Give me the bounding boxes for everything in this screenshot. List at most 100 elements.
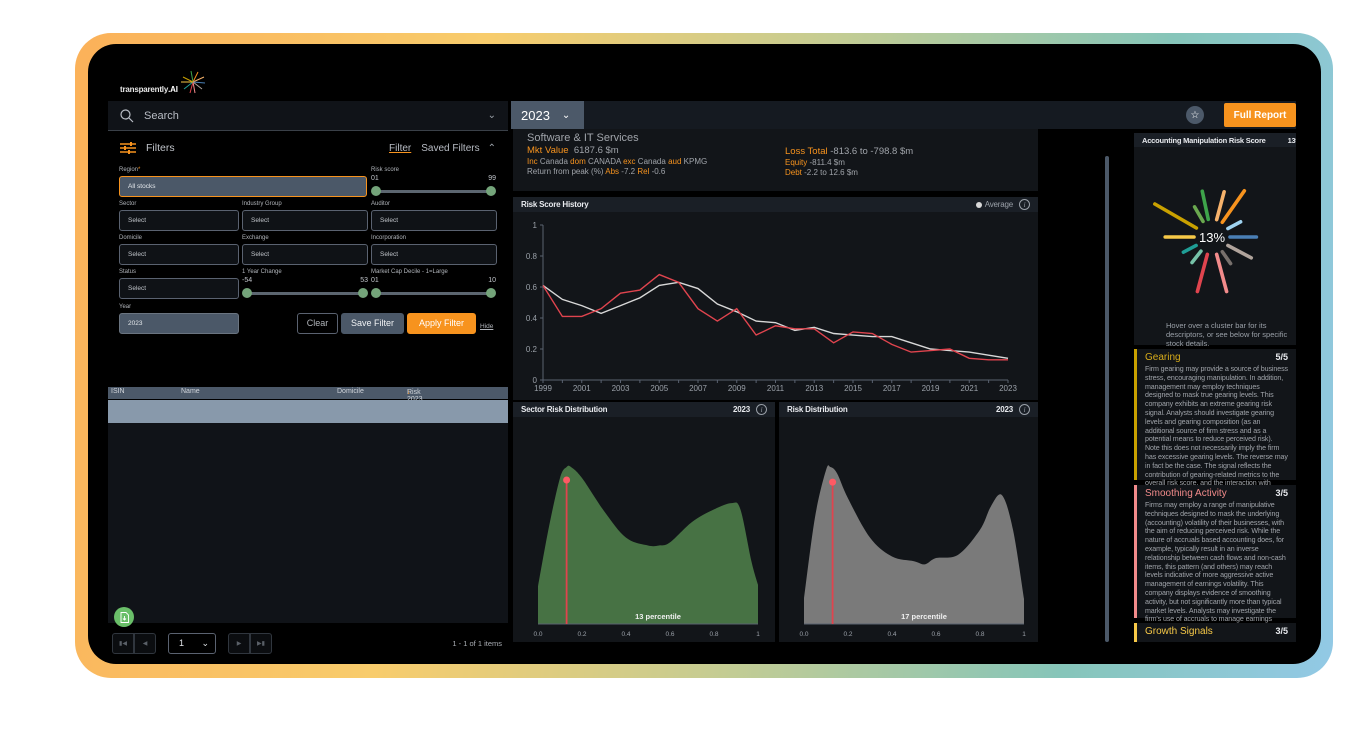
mkt-value: Mkt Value 6187.6 $m <box>527 145 619 156</box>
next-page-button[interactable]: ▶ <box>228 632 250 654</box>
cluster-card-gearing[interactable]: Gearing 5/5 Firm gearing may provide a so… <box>1134 349 1296 505</box>
year-select[interactable]: 2023 <box>119 313 239 334</box>
search-icon <box>120 108 134 122</box>
amrs-panel: Accounting Manipulation Risk Score 13% 1… <box>1134 133 1296 348</box>
auditor-select[interactable]: Select <box>371 210 497 231</box>
sector-dist-panel: Sector Risk Distribution 2023 i 13 perce… <box>513 402 775 642</box>
industry-group-select[interactable]: Select <box>242 210 368 231</box>
x-tick-label: 2019 <box>922 384 940 393</box>
domicile-select[interactable]: Select <box>119 244 239 265</box>
risk-dist-year: 2023 <box>996 405 1013 414</box>
risk-score-slider[interactable]: 01 99 <box>371 175 496 199</box>
domicile-label: Domicile <box>119 235 143 241</box>
cluster-bar <box>1220 249 1233 266</box>
sector-select[interactable]: Select <box>119 210 239 231</box>
risk-history-panel: Risk Score History Average i 0 0.2 0.4 0.6 0… <box>513 197 1038 400</box>
hide-link[interactable]: Hide <box>480 323 493 330</box>
column-name[interactable]: Name <box>181 388 200 395</box>
y-tick-label: 0.8 <box>526 252 538 261</box>
info-icon[interactable]: i <box>1019 404 1030 415</box>
incorporation-select[interactable]: Select <box>371 244 497 265</box>
x-tick-label: 0.8 <box>975 631 984 638</box>
filter-link[interactable]: Filter <box>389 143 411 154</box>
x-tick-label: 2021 <box>960 384 978 393</box>
column-isin[interactable]: ISIN <box>111 388 125 395</box>
exchange-select[interactable]: Select <box>242 244 368 265</box>
cluster-title: Smoothing Activity <box>1145 488 1227 499</box>
year-change-slider[interactable]: -54 53 <box>242 277 368 301</box>
status-select[interactable]: Select <box>119 278 239 299</box>
right-panel: Accounting Manipulation Risk Score 13% 1… <box>1134 133 1296 642</box>
cluster-bar <box>1214 252 1229 294</box>
slider-handle-min[interactable] <box>371 186 381 196</box>
x-tick-label: 2011 <box>767 384 785 393</box>
sector-name: Software & IT Services <box>527 132 639 144</box>
search-bar[interactable]: Search ⌄ <box>108 101 508 131</box>
page-select[interactable]: 1 ⌄ <box>168 632 216 654</box>
last-page-button[interactable]: ▶▮ <box>250 632 272 654</box>
x-tick-label: 0.8 <box>709 631 718 638</box>
marker-point <box>829 478 837 486</box>
results-table-header: ISIN Name Domicile Risk 2023 ↓ <box>108 387 508 403</box>
search-label: Search <box>144 109 179 122</box>
scrollbar[interactable] <box>1105 156 1109 642</box>
slider-handle-max[interactable] <box>358 288 368 298</box>
file-download-icon <box>120 611 129 623</box>
star-icon: ☆ <box>1190 109 1200 121</box>
x-tick-label: 0.6 <box>665 631 674 638</box>
cluster-bar <box>1226 219 1243 231</box>
mcap-decile-label: Market Cap Decile - 1=Large <box>371 269 448 275</box>
risk-score-label: Risk score <box>371 167 400 173</box>
export-button[interactable] <box>114 607 134 627</box>
cluster-card-growth[interactable]: Growth Signals 3/5 <box>1134 623 1296 642</box>
cluster-title: Growth Signals <box>1145 626 1213 637</box>
apply-filter-button[interactable]: Apply Filter <box>407 313 476 334</box>
region-select[interactable]: All stocks <box>119 176 367 197</box>
chevron-down-icon: ⌄ <box>561 109 571 121</box>
risk-dist-panel: Risk Distribution 2023 i 17 percentile 0.… <box>779 402 1038 642</box>
year-dropdown[interactable]: 2023 ⌄ <box>511 101 584 129</box>
save-filter-button[interactable]: Save Filter <box>341 313 404 334</box>
info-icon[interactable]: i <box>756 404 767 415</box>
legend-average[interactable]: Average <box>985 200 1013 209</box>
sector-dist-chart: 13 percentile 0.0 0.2 0.4 0.6 0.8 1 <box>533 465 760 638</box>
mcap-decile-slider[interactable]: 01 10 <box>371 277 496 301</box>
x-tick-label: 1 <box>756 631 760 638</box>
watchlist-star-button[interactable]: ☆ <box>1186 106 1204 124</box>
slider-handle-max[interactable] <box>486 186 496 196</box>
sector-dist-title: Sector Risk Distribution <box>521 405 608 414</box>
app-window: transparently.AI Search ⌄ Filters Filter… <box>88 44 1321 664</box>
chevron-up-icon[interactable]: ⌃ <box>488 143 496 154</box>
first-page-button[interactable]: ▮◀ <box>112 632 134 654</box>
region-label: Region* <box>119 167 141 173</box>
clear-button[interactable]: Clear <box>297 313 338 334</box>
percentile-label: 13 percentile <box>635 612 681 621</box>
legend-average-marker <box>975 201 982 208</box>
x-tick-label: 1999 <box>534 384 552 393</box>
slider-handle-max[interactable] <box>486 288 496 298</box>
slider-handle-min[interactable] <box>242 288 252 298</box>
x-tick-label: 2009 <box>728 384 746 393</box>
status-label: Status <box>119 269 137 275</box>
cluster-card-smoothing[interactable]: Smoothing Activity 3/5 Firms may employ a… <box>1134 485 1296 632</box>
x-tick-label: 0.4 <box>621 631 630 638</box>
slider-handle-min[interactable] <box>371 288 381 298</box>
y-tick-label: 1 <box>533 221 538 230</box>
saved-filters-link[interactable]: Saved Filters <box>421 143 479 154</box>
cluster-bar <box>1214 189 1226 222</box>
sort-desc-icon: ↓ <box>407 389 411 396</box>
industry-group-label: Industry Group <box>242 201 282 207</box>
table-row[interactable] <box>108 400 508 423</box>
cluster-score: 3/5 <box>1275 488 1288 498</box>
full-report-button[interactable]: Full Report <box>1224 103 1296 127</box>
prev-page-button[interactable]: ◀ <box>134 632 156 654</box>
info-icon[interactable]: i <box>1019 199 1030 210</box>
return-from-peak: Return from peak (%) Abs -7.2 Rel -0.6 <box>527 167 666 176</box>
top-bar: 2023 ⌄ ☆ Full Report <box>511 101 1296 129</box>
amrs-caption: Hover over a cluster bar for its descrip… <box>1166 321 1288 348</box>
cluster-score: 5/5 <box>1275 352 1288 362</box>
equity: Equity -811.4 $m <box>785 158 845 167</box>
chevron-down-icon[interactable]: ⌄ <box>488 110 496 121</box>
incorporation-label: Incorporation <box>371 235 407 241</box>
column-domicile[interactable]: Domicile <box>337 388 364 395</box>
